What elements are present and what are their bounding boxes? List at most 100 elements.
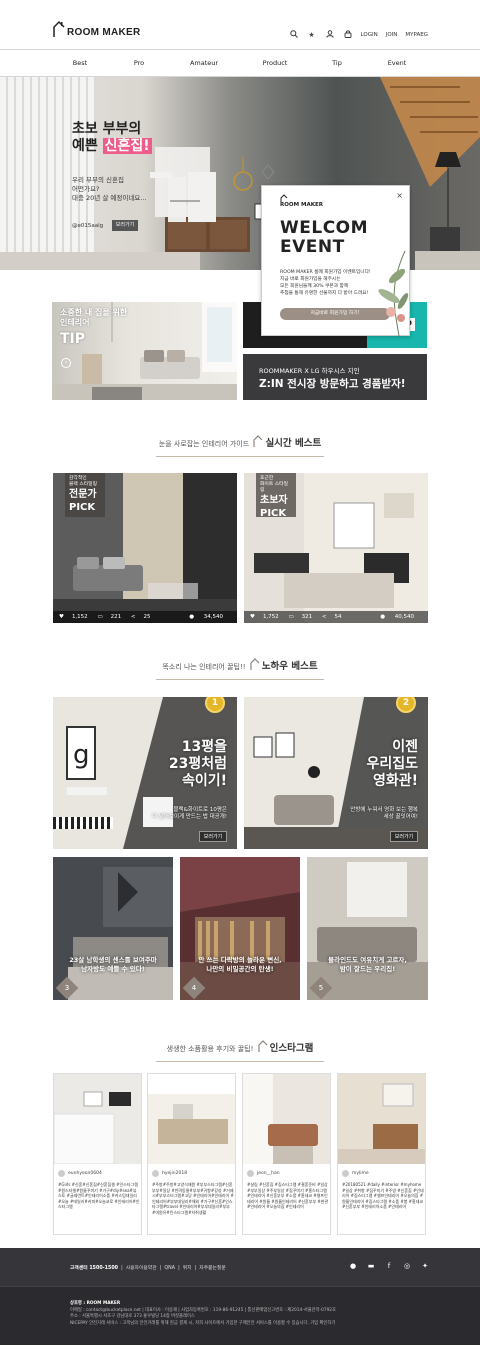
section-title: 노하우 베스트 bbox=[261, 661, 318, 672]
heart-icon[interactable]: ♥ bbox=[59, 614, 64, 620]
headline-line1: 13평을 bbox=[181, 739, 227, 755]
nav-item-best[interactable]: Best bbox=[73, 59, 87, 67]
section-divider bbox=[156, 455, 324, 457]
comment-icon[interactable]: ▬ bbox=[366, 1261, 376, 1271]
instagram-post-3[interactable]: jeon__han #살림 #신혼집 #집스타그램 #결혼준비 #일상 #부부일… bbox=[242, 1073, 332, 1235]
zin-line2: Z:IN 전시장 방문하고 경품받자! bbox=[259, 378, 406, 390]
facebook-icon[interactable]: f bbox=[384, 1261, 394, 1271]
mypage-link[interactable]: MYPAEG bbox=[405, 32, 428, 38]
realtime-card-2[interactable]: 포근한 화이트 스타일링 초보자 PICK ♥ 1,752 ▭ 321 <54 ● … bbox=[244, 473, 428, 623]
hero-sub-line2: 어떤가요? bbox=[72, 185, 100, 193]
comment-count: 321 bbox=[301, 614, 313, 620]
knowhow-card-5[interactable]: 블라인드도 여유치게 고르자, 밤이 잘드는 우리집! 5 bbox=[307, 857, 428, 1000]
chat-icon[interactable]: ● bbox=[348, 1261, 358, 1271]
instagram-post-4[interactable]: mylime #20180521 #daily #interior #myhom… bbox=[337, 1073, 427, 1235]
rank-number-text: 5 bbox=[318, 984, 324, 992]
knowhow-card-4[interactable]: 안 쓰는 다락방의 놀라운 변신, 나만의 비밀공간의 탄생! 4 bbox=[180, 857, 300, 1000]
knowhow-card-2[interactable]: 2 이젠 우리집도 영화관! 안방에 누워서 영화 보는 행복 세상 꿀잇어여!… bbox=[244, 697, 428, 849]
instagram-icon[interactable]: ◎ bbox=[402, 1261, 412, 1271]
footer-links: 고객센터 1500-1500 | 사용자이용약관 | QNA | 위치 | 자주… bbox=[70, 1266, 226, 1271]
card-photo bbox=[53, 857, 173, 1000]
section-prefix: 눈을 사로잡는 인테리어 가이드 bbox=[158, 440, 250, 448]
section-title: 실시간 베스트 bbox=[265, 438, 322, 449]
knowhow-card-3[interactable]: 23살 남학생의 센스를 보여주마 남자방도 예쁠 수 있다! 3 bbox=[53, 857, 173, 1000]
join-link[interactable]: JOIN bbox=[386, 32, 398, 38]
card-subtext: 블랙&화이트로 10평은 더 넓어보이게 만드는 법 대공개! bbox=[152, 807, 227, 821]
hero-title: 초보 부부의 예쁜 신혼집! bbox=[72, 121, 152, 155]
tip-big-text: TIP bbox=[60, 331, 86, 347]
post-tags: #주방#주방#고양식재원 #부부스타그램#신혼부부#일상 #반려동물#부부#귀향… bbox=[152, 1182, 234, 1215]
close-icon[interactable]: × bbox=[396, 191, 403, 200]
subtext-line1: 안방에 누워서 영화 보는 행복 bbox=[350, 807, 418, 813]
popup-title: WELCOM EVENT bbox=[280, 219, 368, 257]
comment-icon[interactable]: ▭ bbox=[97, 614, 102, 620]
section-divider bbox=[156, 1060, 324, 1062]
knowhow-card-1[interactable]: g 1 13평을 23평처럼 속이기! 블랙&화이트로 10평은 더 넓어보이게… bbox=[53, 697, 237, 849]
pick-badge: 감각적인 블랙 스타일링 전문가 PICK bbox=[65, 473, 105, 517]
logo[interactable]: ROOM MAKER bbox=[53, 20, 141, 38]
popup-body-line4: 추첨을 통해 유명한 선물까지 다 받아 드려요! bbox=[280, 291, 369, 296]
user-icon[interactable] bbox=[325, 30, 335, 40]
caption-line2: 밤이 잘드는 우리집! bbox=[339, 965, 396, 973]
nav-item-tip[interactable]: Tip bbox=[332, 59, 342, 67]
post-username[interactable]: mylime bbox=[352, 1171, 369, 1176]
share-count: 54 bbox=[334, 614, 342, 620]
card-caption: 23살 남학생의 센스를 보여주마 남자방도 예쁠 수 있다! bbox=[53, 956, 173, 974]
popup-body-line1: ROOM MAKER 룸메 회원가입 이벤트입니다! bbox=[280, 270, 371, 275]
footer-link-customer-center[interactable]: 고객센터 1500-1500 bbox=[70, 1266, 118, 1271]
nav-item-amateur[interactable]: Amateur bbox=[190, 59, 218, 67]
card-stats: ♥ 1,752 ▭ 321 <54 ● 40,540 bbox=[244, 611, 428, 623]
post-tags: #20180521 #daily #interior #myhome #일상 #… bbox=[342, 1182, 424, 1209]
footer-company: 상호명 : ROOM MAKER bbox=[70, 1301, 121, 1306]
post-photo bbox=[243, 1074, 332, 1164]
footer-link-qna[interactable]: QNA bbox=[164, 1266, 175, 1271]
share-icon[interactable]: < bbox=[131, 614, 136, 620]
card-subtext: 안방에 누워서 영화 보는 행복 세상 꿀잇어여! bbox=[350, 807, 418, 821]
instagram-post-2[interactable]: hyejin2018 #주방#주방#고양식재원 #부부스타그램#신혼부부#일상 … bbox=[147, 1073, 237, 1235]
nav-item-pro[interactable]: Pro bbox=[134, 59, 144, 67]
comment-count: 221 bbox=[110, 614, 122, 620]
comment-icon[interactable]: ▭ bbox=[288, 614, 293, 620]
heart-icon[interactable]: ♥ bbox=[250, 614, 255, 620]
subtext-line2: 더 넓어보이게 만드는 법 대공개! bbox=[152, 814, 227, 820]
card-photo bbox=[180, 857, 300, 1000]
hero-title-line2: 예쁜 신혼집! bbox=[72, 138, 152, 155]
footer-link-location[interactable]: 위치 bbox=[183, 1266, 192, 1271]
zin-banner[interactable]: ROOMMAKER X LG 하우시스 지인 Z:IN 전시장 방문하고 경품받… bbox=[243, 354, 427, 400]
share-icon[interactable]: < bbox=[322, 614, 327, 620]
headline-line1: 이젠 bbox=[392, 739, 418, 755]
footer-link-faq[interactable]: 자주묻는질문 bbox=[199, 1266, 225, 1271]
post-tags: #Girls #신혼#신혼집#신혼집셀 #인스타그램#원스타셀#원룸꾸미기 #가… bbox=[58, 1182, 140, 1209]
post-username[interactable]: jeon__han bbox=[257, 1171, 280, 1176]
hero-title-line1: 초보 부부의 bbox=[72, 121, 142, 137]
instagram-post-1[interactable]: eunhyeon0604 #Girls #신혼#신혼집#신혼집셀 #인스타그램#… bbox=[53, 1073, 143, 1235]
realtime-card-1[interactable]: 감각적인 블랙 스타일링 전문가 PICK ♥ 1,152 ▭ 221 <25 ● … bbox=[53, 473, 237, 623]
share-count: 25 bbox=[143, 614, 151, 620]
cart-icon[interactable] bbox=[343, 30, 353, 40]
avatar bbox=[247, 1170, 254, 1177]
hero-view-button[interactable]: 보러가기 bbox=[112, 220, 138, 231]
search-icon[interactable] bbox=[289, 30, 299, 40]
tip-banner[interactable]: 소중한 내 집을 위한 인테리어 TIP › bbox=[52, 302, 237, 400]
nav-item-event[interactable]: Event bbox=[388, 59, 407, 67]
chevron-right-icon[interactable]: › bbox=[61, 358, 71, 368]
hero-title-line2a: 예쁜 bbox=[72, 138, 103, 154]
caption-line1: 23살 남학생의 센스를 보여주마 bbox=[69, 956, 157, 964]
post-photo bbox=[148, 1074, 237, 1164]
knowhow-best-heading: 똑소리 나는 인테리어 꿀팁!! 노하우 베스트 bbox=[0, 658, 480, 683]
post-username[interactable]: hyejin2018 bbox=[162, 1171, 187, 1176]
social-links: ● ▬ f ◎ ✦ bbox=[348, 1261, 430, 1271]
nav-item-product[interactable]: Product bbox=[263, 59, 288, 67]
main-nav: Best Pro Amateur Product Tip Event bbox=[0, 50, 480, 77]
section-prefix: 생생한 소품활용 후기와 꿀팁! bbox=[166, 1045, 254, 1053]
headline-line2: 우리집도 bbox=[366, 756, 418, 772]
avatar bbox=[152, 1170, 159, 1177]
view-button[interactable]: 보러가기 bbox=[199, 831, 227, 842]
caption-line2: 남자방도 예쁠 수 있다! bbox=[81, 965, 145, 973]
star-icon[interactable]: ★ bbox=[307, 30, 317, 40]
post-username[interactable]: eunhyeon0604 bbox=[68, 1171, 102, 1176]
view-button[interactable]: 보러가기 bbox=[390, 831, 418, 842]
twitter-icon[interactable]: ✦ bbox=[420, 1261, 430, 1271]
login-link[interactable]: LOGIN bbox=[361, 32, 378, 38]
footer-link-terms[interactable]: 사용자이용약관 bbox=[126, 1266, 157, 1271]
